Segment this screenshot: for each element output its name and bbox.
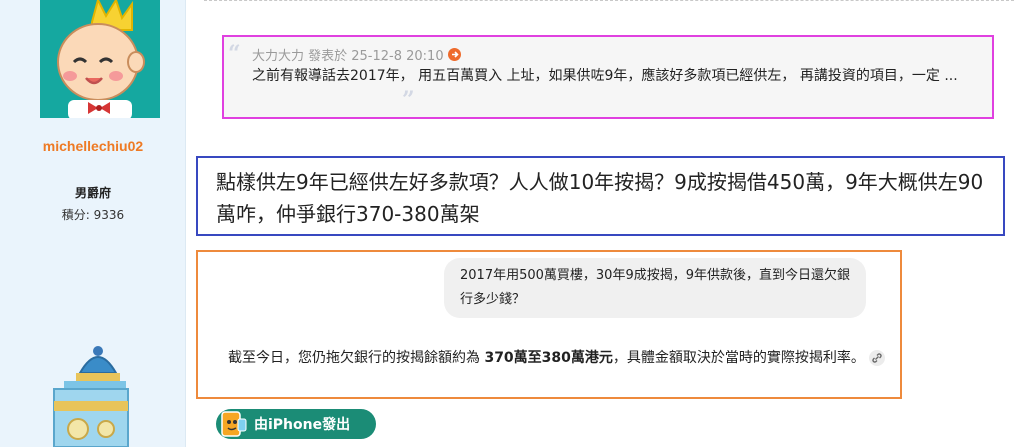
phone-mascot-icon: [216, 409, 252, 439]
chat-question-bubble: 2017年用500萬買樓，30年9成按揭，9年供款後，直到今日還欠銀行多少錢？: [444, 258, 866, 318]
tower-medal-icon: [36, 345, 136, 447]
chat-answer-text: 截至今日，您仍拖欠銀行的按揭餘額約為 370萬至380萬港元，具體金額取決於當時…: [228, 346, 888, 370]
quote-author-time[interactable]: 大力大力 發表於 25-12-8 20:10: [252, 45, 444, 64]
sent-from-iphone-badge[interactable]: 由iPhone發出: [216, 409, 376, 439]
author-username[interactable]: michellechiu02: [0, 138, 186, 154]
sent-from-iphone-label: 由iPhone發出: [254, 417, 351, 433]
author-profile-column: michellechiu02 男爵府 積分: 9336: [0, 0, 186, 447]
reply-message: 點樣供左9年已經供左好多款項？人人做10年按揭？9成按揭借450萬，9年大概供左…: [196, 156, 1005, 236]
chat-answer-part: ，具體金額取決於當時的實際按揭利率。: [612, 350, 865, 366]
reply-text: 點樣供左9年已經供左好多款項？人人做10年按揭？9成按揭借450萬，9年大概供左…: [216, 170, 984, 226]
avatar[interactable]: [40, 0, 160, 118]
author-rank: 男爵府: [74, 186, 111, 200]
link-icon: [868, 350, 885, 366]
goto-post-icon[interactable]: [447, 48, 461, 61]
quote-text: 之前有報導話去2017年， 用五百萬買入 上址，如果供咗9年，應該好多款項已經供…: [252, 68, 958, 84]
author-points: 積分: 9336: [61, 208, 125, 222]
post-separator: [204, 0, 1014, 1]
open-quote-icon: “: [228, 41, 241, 67]
chat-question-text: 2017年用500萬買樓，30年9成按揭，9年供款後，直到今日還欠銀行多少錢？: [460, 268, 850, 307]
quoted-post: “ 大力大力 發表於 25-12-8 20:10 之前有報導話去2017年， 用…: [222, 35, 994, 119]
quote-meta: 大力大力 發表於 25-12-8 20:10: [252, 45, 461, 64]
chat-answer-part: 截至今日，您仍拖欠銀行的按揭餘額約為: [228, 350, 485, 366]
close-quote-icon: ”: [402, 87, 415, 113]
embedded-chat-screenshot: 2017年用500萬買樓，30年9成按揭，9年供款後，直到今日還欠銀行多少錢？ …: [196, 250, 902, 399]
baby-king-avatar-icon: [40, 0, 160, 118]
chat-answer-highlight: 370萬至380萬港元: [484, 350, 613, 366]
